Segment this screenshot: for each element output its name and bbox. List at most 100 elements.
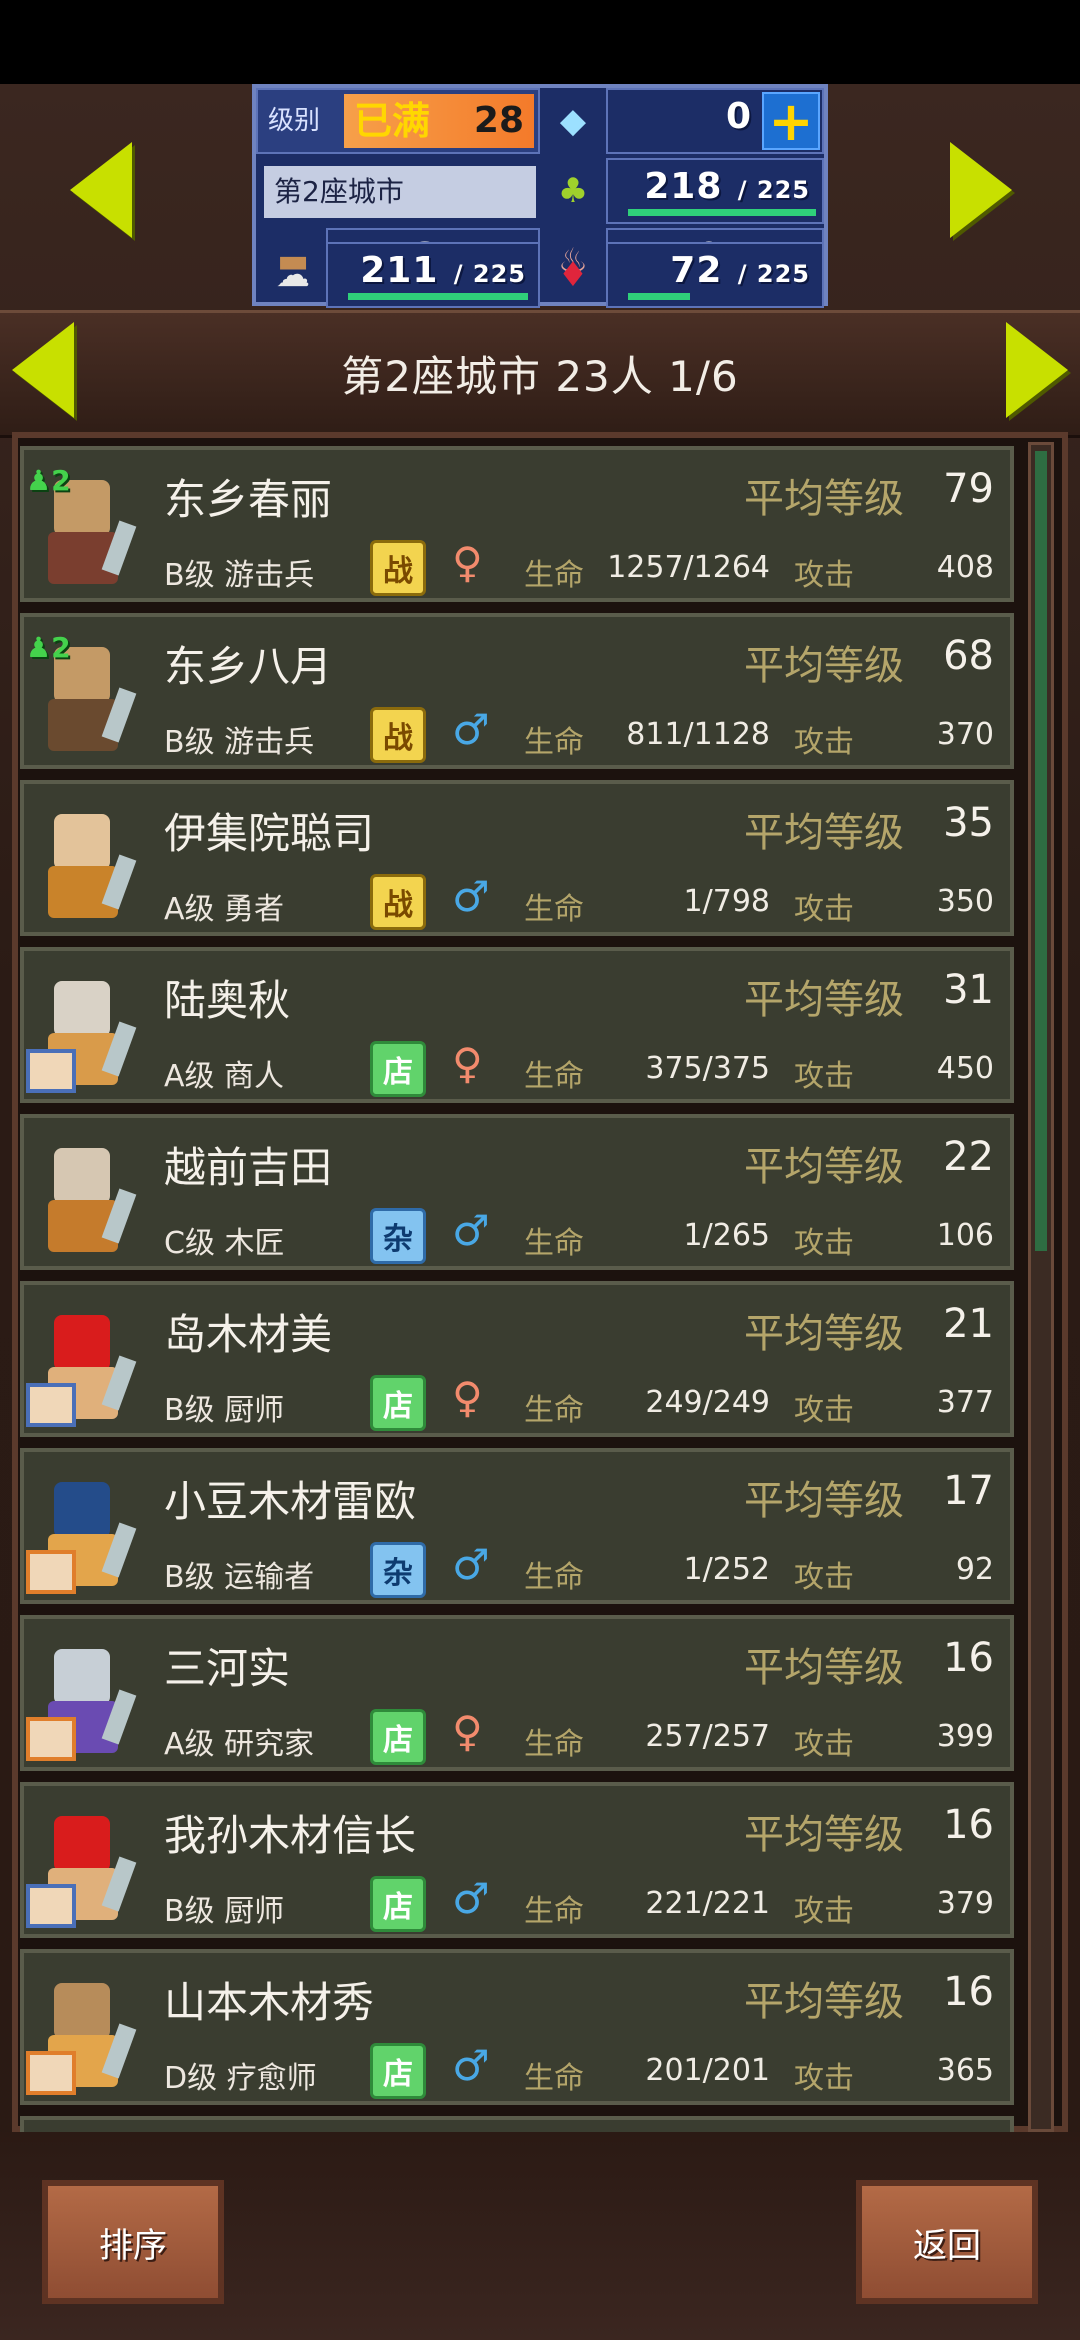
attack-label: 攻击 xyxy=(794,1059,854,1094)
resident-row[interactable]: 陆奥秋 平均等级 31 A级 商人 店 ♀ 生命 375/375 攻击 450 xyxy=(20,947,1014,1103)
prev-city-arrow-top[interactable] xyxy=(70,142,132,238)
resident-row[interactable]: ♟2 东乡春丽 平均等级 79 B级 游击兵 战 ♀ 生命 1257/1264 … xyxy=(20,446,1014,602)
avg-level-value: 16 xyxy=(943,1802,994,1848)
attack-value: 399 xyxy=(936,1719,994,1754)
avg-level-label: 平均等级 xyxy=(744,1144,904,1190)
resident-row[interactable]: 我孙木材信长 平均等级 16 B级 厨师 店 ♂ 生命 221/221 攻击 3… xyxy=(20,1782,1014,1938)
resident-avatar xyxy=(30,804,138,928)
role-tag-icon: 店 xyxy=(370,1709,426,1765)
hp-label: 生命 xyxy=(524,725,584,760)
avatar-head xyxy=(54,1315,110,1371)
next-page-arrow[interactable] xyxy=(1006,322,1068,418)
avg-level-label: 平均等级 xyxy=(744,1311,904,1357)
resident-row[interactable]: 三河实 平均等级 16 A级 研究家 店 ♀ 生命 257/257 攻击 399 xyxy=(20,1615,1014,1771)
avg-level-value: 17 xyxy=(943,1468,994,1514)
grass-value: 218 / 225 xyxy=(644,166,810,207)
hp-value: 1/798 xyxy=(683,884,770,919)
avg-level-label: 平均等级 xyxy=(744,1812,904,1858)
avg-level-value: 16 xyxy=(943,1635,994,1681)
scrollbar[interactable] xyxy=(1028,442,1054,2132)
avatar-head xyxy=(54,1148,110,1204)
attack-value: 350 xyxy=(936,884,994,919)
role-tag-icon: 杂 xyxy=(370,1208,426,1264)
resident-row[interactable]: 山本木材秀 平均等级 16 D级 疗愈师 店 ♂ 生命 201/201 攻击 3… xyxy=(20,1949,1014,2105)
female-gender-icon: ♀ xyxy=(452,1039,483,1088)
level-up-badge: ♟2 xyxy=(26,464,71,497)
avg-level-label: 平均等级 xyxy=(744,643,904,689)
attack-value: 370 xyxy=(936,717,994,752)
resident-row[interactable]: 伊集院聪司 平均等级 35 A级 勇者 战 ♂ 生命 1/798 攻击 350 xyxy=(20,780,1014,936)
male-gender-icon: ♂ xyxy=(452,2041,490,2090)
level-full-text: 已满 xyxy=(354,99,431,143)
resident-row[interactable]: 岛木材美 平均等级 21 B级 厨师 店 ♀ 生命 249/249 攻击 377 xyxy=(20,1281,1014,1437)
resident-avatar xyxy=(26,971,138,1095)
house-icon xyxy=(26,2051,76,2095)
back-button[interactable]: 返回 xyxy=(856,2180,1038,2304)
rank-job: C级 木匠 xyxy=(164,1226,285,1261)
resident-avatar xyxy=(26,1639,138,1763)
hp-value: 257/257 xyxy=(645,1719,770,1754)
role-tag-icon: 店 xyxy=(370,1375,426,1431)
workplace-icon xyxy=(26,1049,76,1093)
level-value: 28 xyxy=(473,100,524,141)
level-full-bar: 已满 28 xyxy=(344,94,534,148)
resident-name: 东乡八月 xyxy=(164,642,333,691)
stone-cell: 211 / 225 xyxy=(326,242,540,308)
resident-row[interactable]: ♟2 东乡八月 平均等级 68 B级 游击兵 战 ♂ 生命 811/1128 攻… xyxy=(20,613,1014,769)
attack-value: 365 xyxy=(936,2053,994,2088)
add-gems-button[interactable]: + xyxy=(762,90,820,153)
workplace-icon xyxy=(26,1383,76,1427)
hp-value: 249/249 xyxy=(645,1385,770,1420)
grass-cell: 218 / 225 xyxy=(606,158,824,224)
rank-job: A级 研究家 xyxy=(164,1727,315,1762)
hp-label: 生命 xyxy=(524,1226,584,1261)
scrollbar-thumb[interactable] xyxy=(1035,451,1047,1251)
attack-value: 92 xyxy=(955,1552,994,1587)
rank-job: D级 疗愈师 xyxy=(164,2061,317,2096)
role-tag-icon: 战 xyxy=(370,707,426,763)
resident-name: 陆奥秋 xyxy=(164,976,291,1025)
level-up-badge: ♟2 xyxy=(26,631,71,664)
role-tag-icon: 战 xyxy=(370,540,426,596)
male-gender-icon: ♂ xyxy=(452,1206,490,1255)
resident-avatar: ♟2 xyxy=(26,631,138,761)
rank-job: B级 游击兵 xyxy=(164,725,315,760)
rank-job: B级 厨师 xyxy=(164,1894,285,1929)
male-gender-icon: ♂ xyxy=(452,1874,490,1923)
resource-row-4: ☁ 211 / 225 ♦ 72 / 225 xyxy=(256,242,824,312)
hp-value: 1/252 xyxy=(683,1552,770,1587)
resident-row[interactable]: 小豆木材雷欧 平均等级 17 B级 运输者 杂 ♂ 生命 1/252 攻击 92 xyxy=(20,1448,1014,1604)
avg-level-value: 22 xyxy=(943,1134,994,1180)
role-tag-icon: 战 xyxy=(370,874,426,930)
rank-job: B级 运输者 xyxy=(164,1560,315,1595)
avatar-head xyxy=(54,1482,110,1538)
resident-row[interactable]: 越前吉田 平均等级 22 C级 木匠 杂 ♂ 生命 1/265 攻击 106 xyxy=(20,1114,1014,1270)
ruby-bar xyxy=(628,293,690,300)
resident-avatar xyxy=(26,1973,138,2097)
attack-value: 377 xyxy=(936,1385,994,1420)
attack-label: 攻击 xyxy=(794,1393,854,1428)
city-name-label: 第2座城市 xyxy=(264,166,536,218)
prev-page-arrow[interactable] xyxy=(12,322,74,418)
attack-label: 攻击 xyxy=(794,1894,854,1929)
status-bar xyxy=(0,0,1080,84)
avg-level-value: 21 xyxy=(943,1301,994,1347)
male-gender-icon: ♂ xyxy=(452,872,490,921)
ruby-value: 72 / 225 xyxy=(670,250,810,291)
hp-value: 221/221 xyxy=(645,1886,770,1921)
sort-button[interactable]: 排序 xyxy=(42,2180,224,2304)
city-header: 第2座城市 23人 1/6 xyxy=(0,310,1080,438)
next-city-arrow-top[interactable] xyxy=(950,142,1012,238)
attack-value: 379 xyxy=(936,1886,994,1921)
avg-level-label: 平均等级 xyxy=(744,476,904,522)
male-gender-icon: ♂ xyxy=(452,1540,490,1589)
resident-name: 小豆木材雷欧 xyxy=(164,1477,417,1526)
hp-label: 生命 xyxy=(524,558,584,593)
resident-avatar xyxy=(26,1305,138,1429)
attack-label: 攻击 xyxy=(794,2061,854,2096)
avg-level-value: 35 xyxy=(943,800,994,846)
attack-label: 攻击 xyxy=(794,1560,854,1595)
hp-label: 生命 xyxy=(524,1560,584,1595)
attack-value: 450 xyxy=(936,1051,994,1086)
avatar-head xyxy=(54,1816,110,1872)
